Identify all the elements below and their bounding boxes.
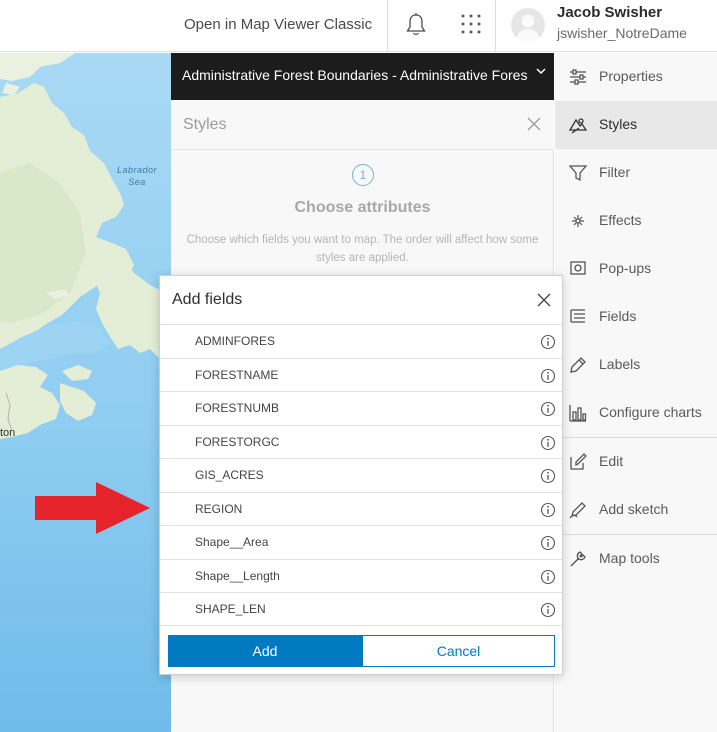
field-row-forestorgc[interactable]: FORESTORGC [160, 424, 562, 459]
field-name: FORESTORGC [195, 434, 280, 449]
field-name: FORESTNAME [195, 367, 279, 382]
rail-item-edit[interactable]: Edit [555, 438, 717, 486]
open-in-classic-link[interactable]: Open in Map Viewer Classic [184, 16, 372, 33]
info-icon[interactable] [540, 569, 556, 585]
charts-icon [569, 405, 587, 422]
cancel-button[interactable]: Cancel [362, 635, 555, 667]
add-button[interactable]: Add [168, 635, 362, 667]
info-icon[interactable] [540, 535, 556, 551]
rail-item-styles[interactable]: Styles [555, 101, 717, 149]
info-icon[interactable] [540, 435, 556, 451]
rail-item-label: Labels [599, 356, 641, 372]
rail-item-label: Map tools [599, 550, 660, 566]
red-arrow-annotation [35, 482, 150, 534]
layer-title: Administrative Forest Boundaries - Admin… [182, 67, 527, 83]
effects-icon [572, 215, 584, 227]
close-icon[interactable] [537, 293, 551, 307]
field-name: ADMINFORES [195, 334, 276, 348]
field-row-adminfores[interactable]: ADMINFORES [160, 324, 562, 358]
rail-item-label: Configure charts [599, 404, 702, 420]
avatar[interactable] [511, 8, 545, 42]
rail-item-label: Effects [599, 212, 642, 228]
rail-item-effects[interactable]: Effects [555, 197, 717, 245]
sea-label-line1: Labrador [117, 165, 158, 175]
step-description: Choose which fields you want to map. The… [186, 234, 539, 264]
field-name: Shape__Area [195, 535, 269, 549]
step-number-badge: 1 [352, 164, 374, 186]
map-tools-icon [570, 551, 586, 567]
city-label: ton [0, 427, 16, 439]
rail-item-label: Styles [599, 116, 638, 132]
rail-item-labels[interactable]: Labels [555, 341, 717, 389]
edit-icon [570, 453, 587, 470]
field-row-shape-len[interactable]: SHAPE_LEN [160, 592, 562, 626]
field-list: ADMINFORES FORESTNAME FORESTNUMB FORESTO… [160, 324, 562, 626]
app-header: Open in Map Viewer Classic Jacob Swisher… [0, 0, 717, 52]
field-row-forestname[interactable]: FORESTNAME [160, 357, 562, 392]
field-name: SHAPE_LEN [195, 602, 266, 616]
field-name: REGION [195, 501, 243, 516]
field-row-region[interactable]: REGION [160, 491, 562, 526]
properties-icon [570, 69, 586, 85]
rail-item-filter[interactable]: Filter [555, 149, 717, 197]
info-icon[interactable] [540, 401, 556, 417]
rail-item-fields[interactable]: Fields [555, 293, 717, 341]
settings-rail: Properties Styles Filter Effects Pop-ups… [555, 53, 717, 732]
info-icon[interactable] [540, 602, 556, 618]
field-name: GIS_ACRES [195, 468, 264, 482]
rail-item-configure-charts[interactable]: Configure charts [555, 389, 717, 437]
basemap-graphic [0, 53, 171, 732]
styles-header: Styles [171, 100, 554, 150]
user-name[interactable]: Jacob Swisher [557, 4, 662, 21]
rail-item-label: Pop-ups [599, 260, 652, 276]
filter-icon [569, 165, 587, 182]
rail-item-label: Properties [599, 68, 663, 84]
rail-item-label: Filter [599, 164, 631, 180]
sea-label-line2: Sea [128, 177, 146, 187]
user-handle[interactable]: jswisher_NotreDame [557, 25, 687, 41]
sketch-icon [569, 502, 586, 519]
header-divider [495, 0, 496, 52]
rail-item-map-tools[interactable]: Map tools [555, 535, 717, 583]
step-title: Choose attributes [294, 199, 431, 216]
field-name: FORESTNUMB [195, 401, 279, 415]
info-icon[interactable] [540, 468, 556, 484]
info-icon[interactable] [540, 502, 556, 518]
panel-title: Styles [183, 116, 227, 133]
field-name: Shape__Length [195, 568, 280, 583]
close-icon[interactable] [526, 116, 542, 132]
rail-item-label: Edit [599, 453, 624, 469]
rail-item-properties[interactable]: Properties [555, 53, 717, 101]
field-row-shape-area[interactable]: Shape__Area [160, 525, 562, 559]
rail-item-label: Fields [599, 308, 637, 324]
field-row-gis-acres[interactable]: GIS_ACRES [160, 458, 562, 492]
list-divider [160, 625, 562, 626]
chevron-down-icon[interactable] [536, 67, 546, 75]
rail-item-add-sketch[interactable]: Add sketch [555, 486, 717, 534]
user-silhouette-icon [516, 14, 540, 42]
sea-label: Labrador Sea [117, 164, 157, 188]
header-divider [387, 0, 388, 52]
dialog-title: Add fields [172, 291, 243, 308]
rail-item-popups[interactable]: Pop-ups [555, 245, 717, 293]
field-row-forestnumb[interactable]: FORESTNUMB [160, 391, 562, 425]
layer-selector[interactable]: Administrative Forest Boundaries - Admin… [171, 53, 554, 100]
popups-icon [570, 261, 586, 275]
info-icon[interactable] [540, 368, 556, 384]
bell-icon[interactable] [404, 12, 428, 38]
fields-icon [570, 309, 585, 323]
field-row-shape-length[interactable]: Shape__Length [160, 558, 562, 593]
apps-grid-icon[interactable] [460, 13, 482, 35]
rail-item-label: Add sketch [599, 501, 669, 517]
info-icon[interactable] [540, 334, 556, 350]
labels-icon [570, 357, 586, 373]
map-view[interactable]: Labrador Sea ton [0, 53, 171, 732]
styles-icon [569, 118, 587, 134]
add-fields-dialog: Add fields ADMINFORES FORESTNAME FORESTN… [159, 275, 563, 675]
